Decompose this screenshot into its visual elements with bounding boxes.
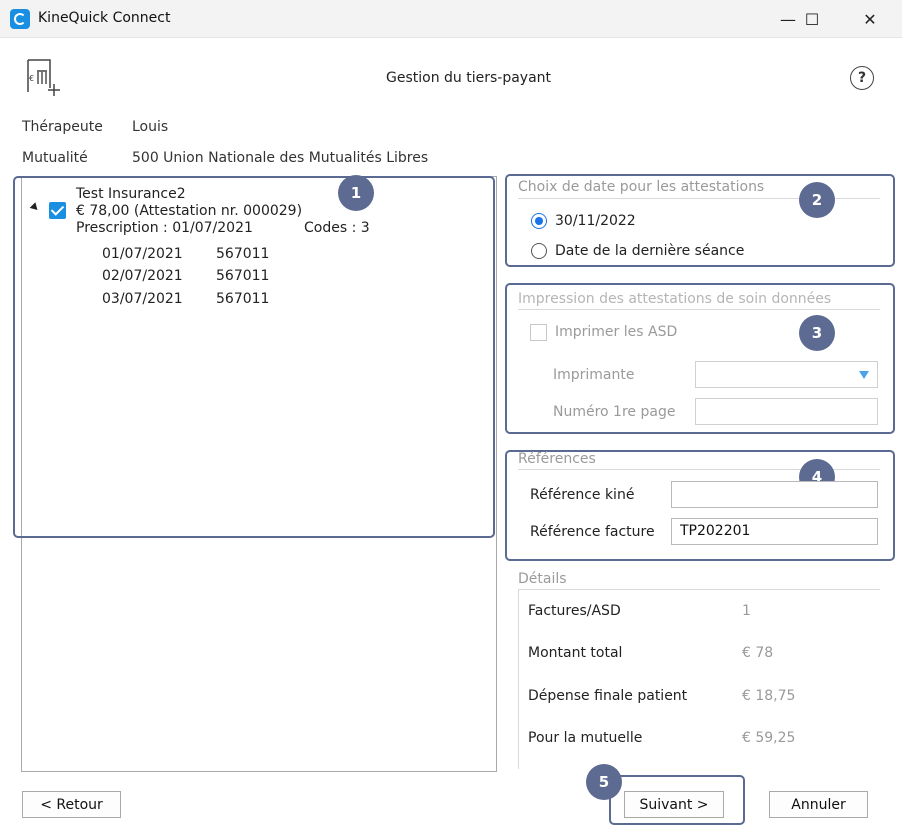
first-page-label: Numéro 1re page xyxy=(553,404,676,420)
detail-label: Pour la mutuelle xyxy=(528,730,643,746)
print-asd-checkbox[interactable] xyxy=(530,324,547,341)
printer-label: Imprimante xyxy=(553,367,635,383)
therapist-value: Louis xyxy=(132,119,169,135)
detail-value: € 18,75 xyxy=(742,688,796,704)
detail-value: 1 xyxy=(742,603,751,619)
session-code: 567011 xyxy=(216,246,270,262)
detail-value: € 78 xyxy=(742,645,774,661)
date-choice-title: Choix de date pour les attestations xyxy=(518,179,765,195)
attestation-checkbox[interactable] xyxy=(49,202,66,219)
date-option-today-label[interactable]: 30/11/2022 xyxy=(555,213,636,229)
step-badge-3: 3 xyxy=(799,315,835,351)
print-asd-label: Imprimer les ASD xyxy=(555,324,678,340)
back-button[interactable]: < Retour xyxy=(22,791,121,818)
invoice-reference-input[interactable]: TP202201 xyxy=(671,518,878,545)
date-option-today-radio[interactable] xyxy=(531,213,547,229)
group-border xyxy=(518,589,519,769)
prescription-date: Prescription : 01/07/2021 xyxy=(76,220,253,236)
chevron-down-icon xyxy=(859,371,869,379)
first-page-input[interactable] xyxy=(695,398,878,425)
group-divider xyxy=(518,589,880,590)
svg-text:€: € xyxy=(29,74,34,83)
page-title: Gestion du tiers-payant xyxy=(386,70,552,86)
session-date: 03/07/2021 xyxy=(102,291,183,307)
invoice-add-icon: € xyxy=(24,58,62,98)
print-group-title: Impression des attestations de soin donn… xyxy=(518,291,832,307)
group-divider xyxy=(518,309,880,310)
invoice-reference-label: Référence facture xyxy=(530,524,655,540)
session-date: 01/07/2021 xyxy=(102,246,183,262)
printer-select[interactable] xyxy=(695,361,878,388)
mutuality-label: Mutualité xyxy=(22,150,88,166)
detail-label: Dépense finale patient xyxy=(528,688,688,704)
kine-reference-label: Référence kiné xyxy=(530,487,635,503)
kine-reference-input[interactable] xyxy=(671,481,878,508)
window-title: KineQuick Connect xyxy=(38,10,171,26)
references-title: Références xyxy=(518,451,596,467)
step-badge-5: 5 xyxy=(586,764,622,800)
detail-value: € 59,25 xyxy=(742,730,796,746)
date-option-last-session-label[interactable]: Date de la dernière séance xyxy=(555,243,744,259)
codes-count: Codes : 3 xyxy=(304,220,370,236)
insurance-name: Test Insurance2 xyxy=(76,186,186,202)
next-button[interactable]: Suivant > xyxy=(624,791,724,818)
details-title: Détails xyxy=(518,571,567,587)
session-code: 567011 xyxy=(216,268,270,284)
session-date: 02/07/2021 xyxy=(102,268,183,284)
step-badge-1: 1 xyxy=(338,175,374,211)
detail-label: Montant total xyxy=(528,645,623,661)
therapist-label: Thérapeute xyxy=(22,119,103,135)
help-icon[interactable]: ? xyxy=(850,66,874,90)
close-button[interactable]: ✕ xyxy=(847,0,893,38)
maximize-button[interactable]: ☐ xyxy=(789,0,835,38)
cancel-button[interactable]: Annuler xyxy=(769,791,868,818)
step-badge-2: 2 xyxy=(799,182,835,218)
date-option-last-session-radio[interactable] xyxy=(531,243,547,259)
attestation-amount: € 78,00 (Attestation nr. 000029) xyxy=(76,203,303,219)
mutuality-value: 500 Union Nationale des Mutualités Libre… xyxy=(132,150,429,166)
app-logo-icon xyxy=(10,9,30,29)
detail-label: Factures/ASD xyxy=(528,603,621,619)
title-bar: KineQuick Connect — ☐ ✕ xyxy=(0,0,902,38)
session-code: 567011 xyxy=(216,291,270,307)
